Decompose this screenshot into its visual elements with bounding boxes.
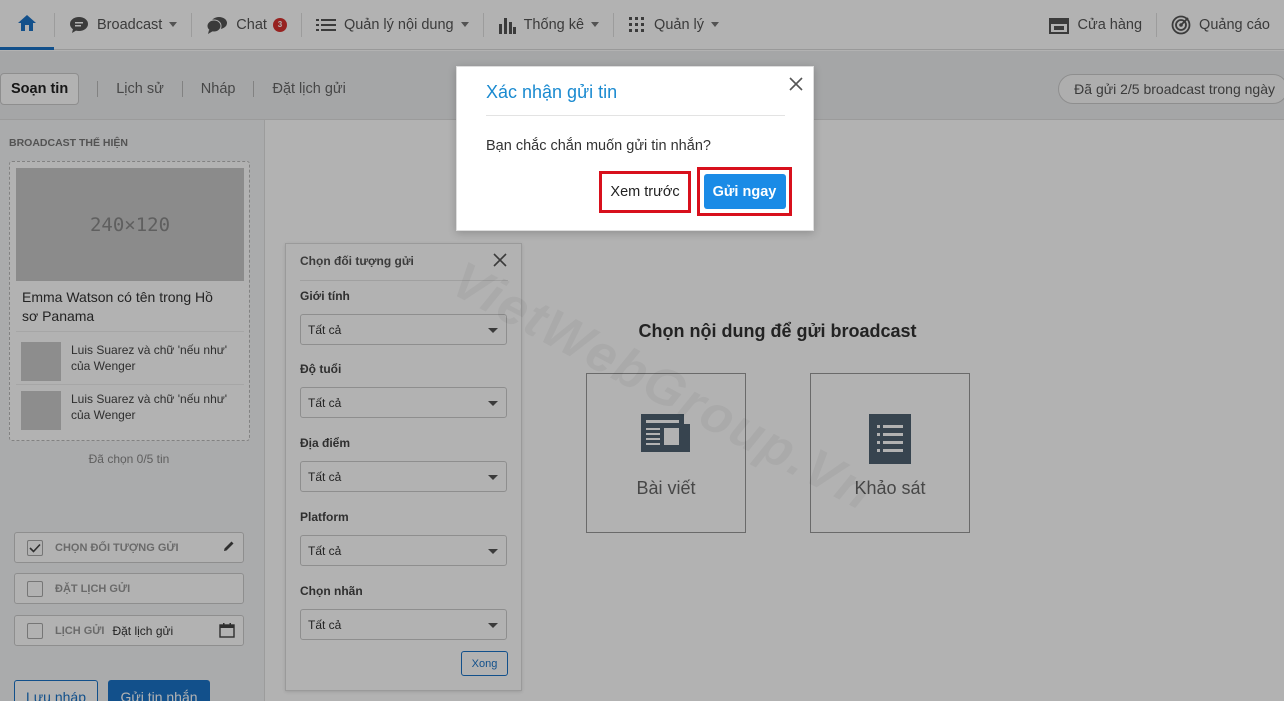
send-now-button[interactable]: Gửi ngay xyxy=(703,174,786,209)
dialog-title: Xác nhận gửi tin xyxy=(486,82,618,102)
dialog-message: Bạn chắc chắn muốn gửi tin nhắn? xyxy=(486,138,711,154)
preview-button[interactable]: Xem trước xyxy=(599,171,691,213)
confirm-send-dialog: Xác nhận gửi tin Bạn chắc chắn muốn gửi … xyxy=(456,66,814,231)
divider xyxy=(486,115,785,116)
send-now-highlight: Gửi ngay xyxy=(697,167,792,216)
close-icon[interactable] xyxy=(789,77,803,96)
preview-button-label: Xem trước xyxy=(610,184,680,200)
